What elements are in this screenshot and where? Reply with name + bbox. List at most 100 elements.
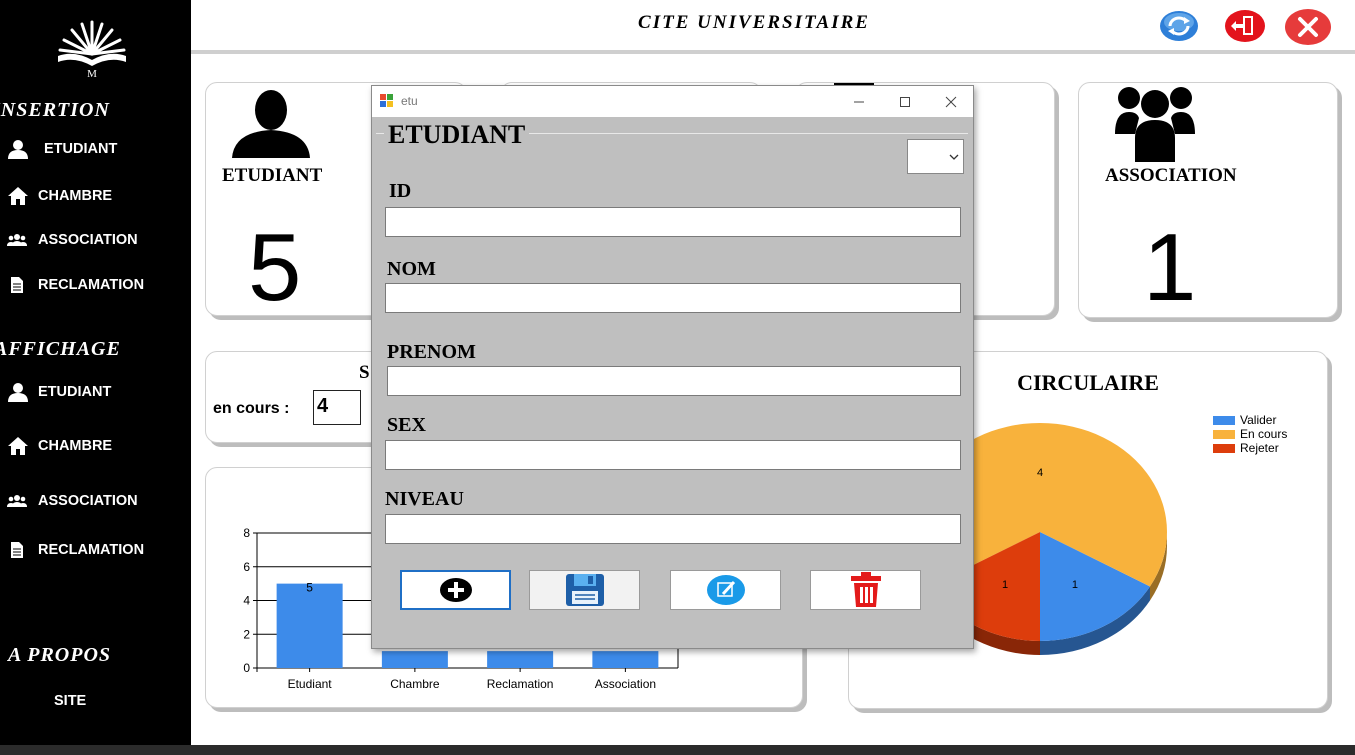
niveau-field[interactable] <box>385 514 961 544</box>
home-icon <box>6 434 30 458</box>
sidebar: M INSERTION ETUDIANT CHAMBRE ASSOCIATION <box>0 0 191 745</box>
sidebar-insert-chambre[interactable]: CHAMBRE <box>6 181 186 211</box>
etudiant-dialog: etu ETUDIANT ID NOM PRENOM SEX NIVEAU <box>371 85 974 649</box>
sex-field[interactable] <box>385 440 961 470</box>
open-book-logo-icon: M <box>58 20 126 80</box>
user-icon <box>232 90 310 158</box>
legend-label: En cours <box>1240 427 1288 441</box>
logout-button[interactable] <box>1224 8 1265 44</box>
user-icon <box>6 380 30 404</box>
sidebar-insert-reclamation[interactable]: RECLAMATION <box>6 270 186 300</box>
pie-data-label: 1 <box>1002 579 1008 591</box>
legend-label: Valider <box>1240 413 1277 427</box>
pie-data-label: 1 <box>1072 579 1078 591</box>
exit-door-icon <box>1225 10 1265 42</box>
legend-swatch <box>1213 443 1235 453</box>
bar <box>487 651 554 668</box>
close-app-button[interactable] <box>1284 8 1331 45</box>
home-icon <box>6 184 30 208</box>
save-button[interactable] <box>529 570 640 610</box>
minimize-button[interactable] <box>836 86 882 117</box>
close-icon <box>945 96 957 107</box>
sidebar-item-label: RECLAMATION <box>38 542 145 558</box>
maximize-icon <box>900 96 910 107</box>
floppy-disk-icon <box>565 574 604 606</box>
sidebar-item-label: CHAMBRE <box>38 438 113 454</box>
group-icon <box>6 228 28 252</box>
plus-circle-icon <box>439 578 472 602</box>
prenom-label: PRENOM <box>387 341 476 363</box>
sidebar-view-chambre[interactable]: CHAMBRE <box>6 431 186 461</box>
minimize-icon <box>854 101 864 102</box>
sidebar-item-label: ASSOCIATION <box>38 493 138 509</box>
niveau-label: NIVEAU <box>385 488 464 510</box>
etudiant-card-label: ETUDIANT <box>222 165 323 186</box>
legend-item-valider: Valider <box>1213 413 1287 427</box>
sidebar-item-label: ETUDIANT <box>38 384 112 400</box>
bar <box>381 651 448 668</box>
refresh-button[interactable] <box>1159 8 1199 44</box>
sidebar-item-label: ETUDIANT <box>44 141 118 157</box>
y-tick-label: 4 <box>243 594 250 608</box>
edit-button[interactable] <box>670 570 781 610</box>
trash-icon <box>850 572 881 607</box>
sidebar-view-association[interactable]: ASSOCIATION <box>6 486 186 516</box>
x-tick-label: Reclamation <box>487 677 554 691</box>
taskbar <box>0 745 1355 755</box>
prenom-field[interactable] <box>387 366 961 396</box>
record-select[interactable] <box>907 139 964 174</box>
sidebar-insert-association[interactable]: ASSOCIATION <box>6 225 186 255</box>
dialog-close-button[interactable] <box>928 86 974 117</box>
nom-label: NOM <box>387 258 436 280</box>
sidebar-item-label: RECLAMATION <box>38 277 145 293</box>
document-icon <box>6 538 28 562</box>
close-icon <box>1285 9 1331 45</box>
sidebar-insert-etudiant[interactable]: ETUDIANT <box>6 134 186 164</box>
bar <box>276 583 343 668</box>
etudiant-count: 5 <box>248 214 302 321</box>
group-icon <box>6 489 28 513</box>
form-app-icon <box>380 94 393 107</box>
sidebar-view-etudiant[interactable]: ETUDIANT <box>6 377 186 407</box>
status-title-fragment: S <box>359 362 370 383</box>
sidebar-view-reclamation[interactable]: RECLAMATION <box>6 535 186 565</box>
pie-data-label: 4 <box>1037 467 1043 479</box>
y-tick-label: 8 <box>243 526 250 540</box>
association-card-label: ASSOCIATION <box>1105 165 1237 186</box>
header-bar: CITE UNIVERSITAIRE <box>191 0 1355 54</box>
bar <box>592 651 659 668</box>
id-field[interactable] <box>385 207 961 237</box>
affichage-section-title: AFFICHAGE <box>0 338 121 360</box>
add-button[interactable] <box>400 570 511 610</box>
dialog-title: etu <box>401 94 418 108</box>
legend-item-rejeter: Rejeter <box>1213 441 1287 455</box>
refresh-icon <box>1160 11 1198 41</box>
logo-letter: M <box>87 68 97 80</box>
chevron-down-icon <box>949 154 959 160</box>
association-card: ASSOCIATION 1 <box>1078 82 1338 318</box>
group-icon <box>1115 87 1195 162</box>
sidebar-item-label: CHAMBRE <box>38 188 113 204</box>
legend-item-en-cours: En cours <box>1213 427 1287 441</box>
maximize-button[interactable] <box>882 86 928 117</box>
legend-swatch <box>1213 415 1235 425</box>
dialog-titlebar[interactable]: etu <box>372 86 973 117</box>
app-window: M INSERTION ETUDIANT CHAMBRE ASSOCIATION <box>0 0 1355 755</box>
x-tick-label: Etudiant <box>288 677 333 691</box>
en-cours-label: en cours : <box>213 400 290 417</box>
id-label: ID <box>389 180 412 202</box>
sex-label: SEX <box>387 414 426 436</box>
delete-button[interactable] <box>810 570 921 610</box>
legend-swatch <box>1213 429 1235 439</box>
x-tick-label: Association <box>595 677 656 691</box>
insertion-section-title: INSERTION <box>0 99 110 121</box>
y-tick-label: 6 <box>243 560 250 574</box>
y-tick-label: 0 <box>243 661 250 675</box>
pie-legend: Valider En cours Rejeter <box>1213 413 1287 455</box>
apropos-section-title: A PROPOS <box>8 644 112 666</box>
groupbox-title: ETUDIANT <box>384 120 530 150</box>
user-icon <box>6 137 30 161</box>
sidebar-item-label: ASSOCIATION <box>38 232 138 248</box>
edit-icon <box>706 575 745 605</box>
nom-field[interactable] <box>385 283 961 313</box>
